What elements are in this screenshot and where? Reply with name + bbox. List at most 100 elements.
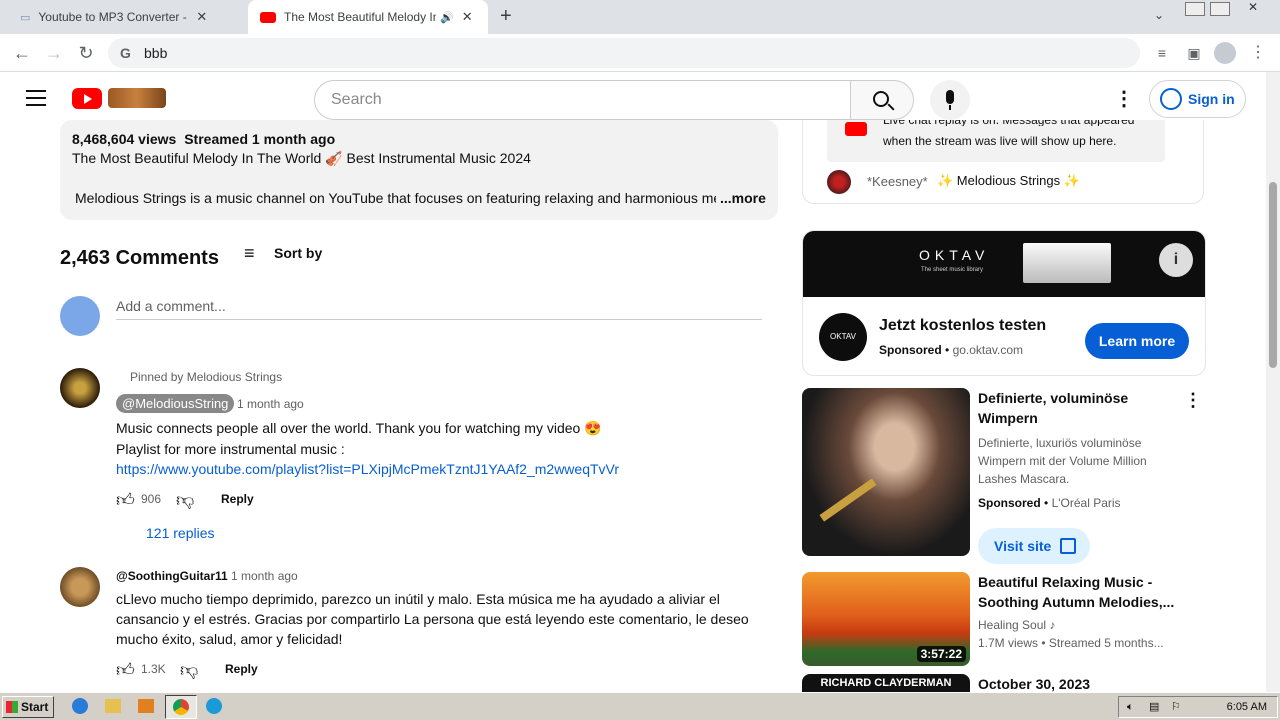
playlist-link[interactable]: https://www.youtube.com/playlist?list=PL…	[116, 459, 619, 479]
clock: 6:05 AM	[1226, 701, 1267, 713]
tab-title: The Most Beautiful Melody In The World	[284, 10, 436, 24]
reply-button[interactable]: Reply	[225, 662, 258, 676]
ad-menu-icon[interactable]: ⋮	[1184, 390, 1202, 411]
media-control-icon[interactable]: ≡	[1150, 41, 1174, 65]
restore-icon[interactable]	[1210, 2, 1230, 16]
browser-menu-icon[interactable]: ⋮	[1246, 41, 1270, 65]
network-icon[interactable]: ▤	[1149, 697, 1159, 717]
like-icon[interactable]: 👍︎	[116, 489, 135, 511]
new-tab-button[interactable]: +	[500, 5, 512, 28]
visit-site-button[interactable]: Visit site	[978, 528, 1090, 564]
tab-favicon-icon: ▭	[20, 11, 31, 24]
ad-banner-subtitle: The sheet music library	[921, 267, 984, 273]
close-tab-icon[interactable]: ✕	[196, 9, 207, 25]
video-channel[interactable]: Healing Soul ♪	[978, 618, 1055, 632]
system-tray: 🔈︎ ▤ ⚐ 6:05 AM	[1118, 696, 1278, 718]
video-thumbnail[interactable]: 3:57:22	[802, 572, 970, 666]
comment-text: cansancio y el estrés. Gracias por compa…	[116, 611, 749, 627]
ad-domain: go.oktav.com	[952, 343, 1024, 357]
sign-in-button[interactable]: Sign in	[1149, 80, 1246, 118]
sign-in-label: Sign in	[1188, 91, 1235, 107]
minimize-icon[interactable]	[1185, 2, 1205, 16]
profile-avatar-icon[interactable]	[1214, 42, 1236, 64]
separator: •	[945, 343, 953, 357]
comment-time[interactable]: 1 month ago	[231, 569, 298, 583]
video-title[interactable]: Beautiful Relaxing Music -	[978, 572, 1152, 592]
flag-icon[interactable]: ⚐	[1171, 697, 1181, 717]
start-label: Start	[21, 700, 49, 714]
volume-icon[interactable]: 🔈︎	[1127, 697, 1134, 717]
ie-icon[interactable]	[72, 698, 88, 714]
address-text: bbb	[144, 45, 168, 61]
chrome-taskbar-button[interactable]	[165, 695, 197, 719]
search-button[interactable]	[850, 80, 914, 120]
chat-notice-text: Live chat replay is on. Messages that ap…	[883, 120, 1134, 126]
scrollbar-thumb[interactable]	[1269, 182, 1277, 368]
media-player-icon[interactable]	[138, 699, 154, 713]
tab-youtube-video[interactable]: The Most Beautiful Melody In The World 🔊…	[248, 0, 488, 34]
start-button[interactable]: Start	[2, 696, 54, 718]
ad-sponsored: Sponsored • go.oktav.com	[879, 343, 1023, 357]
loreal-ad-thumbnail[interactable]	[802, 388, 970, 556]
reload-button[interactable]: ↻	[74, 41, 98, 65]
edge-icon[interactable]	[206, 698, 222, 714]
replies-toggle[interactable]: 121 replies	[146, 525, 215, 541]
forward-button[interactable]: →	[42, 41, 66, 65]
dislike-icon[interactable]: 👎︎	[180, 659, 198, 681]
close-window-icon[interactable]: ✕	[1238, 0, 1268, 16]
side-panel-icon[interactable]: ▣	[1182, 41, 1206, 65]
description-body: Melodious Strings is a music channel on …	[75, 190, 716, 206]
video-description[interactable]: 8,468,604 views Streamed 1 month ago The…	[60, 120, 778, 220]
comment-author[interactable]: @SoothingGuitar11	[116, 569, 228, 583]
ad-brand: OKTAV	[919, 247, 990, 263]
ad-info-icon[interactable]: i	[1159, 243, 1193, 277]
youtube-logo[interactable]	[72, 88, 102, 109]
more-options-icon[interactable]: ⋮	[1114, 86, 1134, 111]
video-thumbnail[interactable]: RICHARD CLAYDERMAN	[802, 674, 970, 692]
account-icon	[1160, 88, 1182, 110]
like-icon[interactable]: 👍︎	[116, 659, 135, 681]
comment-text: Playlist for more instrumental music :	[116, 441, 345, 457]
back-button[interactable]: ←	[10, 41, 34, 65]
sort-icon: ≡	[244, 242, 255, 263]
explorer-icon[interactable]	[105, 699, 121, 713]
chat-notice-text: when the stream was live will show up he…	[883, 134, 1117, 148]
reply-button[interactable]: Reply	[221, 492, 254, 506]
show-more-link[interactable]: ...more	[720, 188, 766, 208]
comment-time[interactable]: 1 month ago	[237, 397, 304, 411]
add-comment-input[interactable]: Add a comment...	[116, 298, 762, 320]
hamburger-menu-icon[interactable]	[26, 90, 46, 106]
video-title[interactable]: Soothing Autumn Melodies,...	[978, 592, 1174, 612]
like-count: 906	[141, 492, 162, 506]
comment-text: cLlevo mucho tiempo deprimido, parezco u…	[116, 591, 720, 607]
comment-author-badge[interactable]: @MelodiousString	[116, 394, 235, 413]
address-bar[interactable]: G bbb	[108, 38, 1140, 68]
commenter-avatar[interactable]	[60, 567, 100, 607]
tab-title: Youtube to MP3 Converter - Free MP3 Conv…	[38, 10, 188, 24]
video-title[interactable]: October 30, 2023	[978, 674, 1090, 694]
commenter-avatar[interactable]	[60, 368, 100, 408]
ad-advertiser: L'Oréal Paris	[1051, 496, 1121, 510]
tab-search-chevron-icon[interactable]: ⌄	[1154, 8, 1164, 22]
ad-title[interactable]: Wimpern	[978, 408, 1038, 428]
oktav-ad[interactable]: OKTAV The sheet music library i OKTAV Je…	[802, 230, 1206, 376]
tab-mp3-converter[interactable]: ▭ Youtube to MP3 Converter - Free MP3 Co…	[8, 0, 246, 34]
mascara-image	[819, 478, 877, 522]
search-input[interactable]: Search	[314, 80, 851, 120]
ad-banner[interactable]: OKTAV The sheet music library i	[803, 231, 1205, 297]
voice-search-button[interactable]	[930, 80, 970, 120]
page-scrollbar[interactable]	[1266, 72, 1280, 692]
sort-by-button[interactable]: ≡ Sort by	[244, 242, 322, 263]
separator: •	[1044, 496, 1052, 510]
learn-more-button[interactable]: Learn more	[1085, 323, 1189, 359]
speaker-icon[interactable]: 🔊	[440, 11, 454, 24]
ad-description: Wimpern mit der Volume Million	[978, 454, 1147, 468]
chat-username: *Keesney*	[867, 174, 928, 189]
streamed-date: Streamed 1 month ago	[184, 131, 336, 147]
dislike-icon[interactable]: 👎︎	[176, 489, 194, 511]
close-tab-icon[interactable]: ✕	[462, 9, 473, 25]
ad-title[interactable]: Definierte, voluminöse	[978, 388, 1128, 408]
ad-screens-image	[1023, 243, 1111, 283]
comment-text: Music connects people all over the world…	[116, 420, 602, 436]
sponsored-label: Sponsored	[879, 343, 942, 357]
